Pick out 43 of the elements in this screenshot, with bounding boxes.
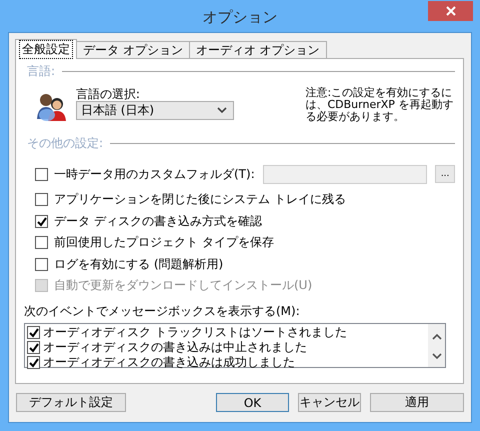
checkbox[interactable]	[35, 193, 48, 206]
checkmark-icon	[36, 216, 47, 227]
option-label: 自動で更新をダウンロードしてインストール(U)	[54, 277, 312, 294]
window-title: オプション	[202, 7, 278, 27]
checkbox[interactable]	[27, 356, 40, 368]
checkbox[interactable]	[27, 340, 40, 354]
field-label: 言語の選択:	[76, 87, 141, 101]
scroll-down-icon[interactable]	[432, 352, 442, 360]
users-icon	[36, 91, 66, 123]
option-label: 前回使用したプロジェクト タイプを保存	[54, 234, 274, 252]
option-label: アプリケーションを閉じた後にシステム トレイに残る	[54, 191, 346, 208]
option-label: データ ディスクの書き込み方式を確認	[54, 212, 262, 230]
checkmark-icon	[28, 326, 39, 338]
caret-icon	[216, 107, 227, 114]
dialog-button[interactable]: 適用	[370, 393, 464, 412]
checkbox[interactable]	[27, 326, 40, 338]
list-item[interactable]: オーディオディスクの書き込みは成功しました	[43, 354, 295, 370]
list-label: 次のイベントでメッセージボックスを表示する(M):	[24, 302, 301, 320]
option-label: 一時データ用のカスタムフォルダ(T):	[54, 166, 255, 182]
folder-path-field[interactable]	[262, 164, 428, 184]
checkmark-icon	[28, 356, 39, 368]
dialog-button[interactable]: OK	[216, 393, 289, 412]
checkbox[interactable]	[35, 236, 48, 250]
tab[interactable]: オーディオ オプション	[188, 41, 327, 58]
scroll-up-icon[interactable]	[432, 332, 442, 340]
option-label: ログを有効にする (問題解析用)	[54, 256, 224, 273]
checkbox[interactable]	[35, 258, 48, 271]
language-dropdown[interactable]: 日本語 (日本)	[76, 101, 234, 120]
checkmark-icon	[28, 342, 39, 352]
dialog-button[interactable]: キャンセル	[298, 393, 361, 412]
note-text: 注意:この設定を有効にするには、CDBurnerXP を再起動する必要があります。	[305, 87, 454, 125]
checkbox[interactable]	[35, 214, 48, 228]
browse-button[interactable]: ...	[435, 165, 455, 183]
checkbox[interactable]	[35, 168, 48, 180]
tab[interactable]: データ オプション	[76, 41, 190, 58]
section-heading: その他の設定:	[27, 134, 104, 152]
list-item[interactable]: オーディオディスク トラックリストはソートされました	[43, 324, 347, 340]
close-icon	[446, 6, 456, 16]
section-heading: 言語:	[27, 62, 56, 80]
tab[interactable]: 全般設定	[15, 39, 77, 59]
list-item[interactable]: オーディオディスクの書き込みは中止されました	[43, 338, 307, 356]
dialog-button[interactable]: デフォルト設定	[16, 393, 126, 412]
close-button[interactable]	[428, 1, 473, 21]
